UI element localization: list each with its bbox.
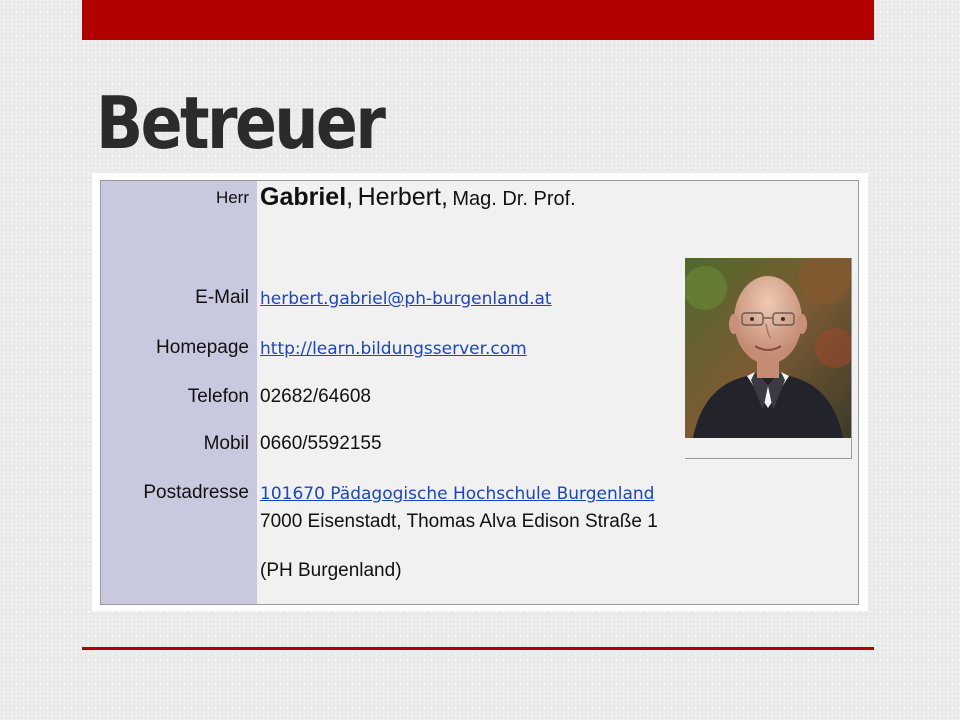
contact-card: Herr Gabriel, Herbert, Mag. Dr. Prof. E-… [92,173,868,611]
slide-title: Betreuer [96,81,386,165]
name-comma-2: , [440,183,448,211]
telefon-label: Telefon [187,386,249,407]
contact-table: Herr Gabriel, Herbert, Mag. Dr. Prof. E-… [100,180,859,605]
mobil-label: Mobil [203,433,249,454]
surname: Gabriel [260,183,347,211]
first-name: Herbert [357,183,441,211]
name-line: Gabriel, Herbert, Mag. Dr. Prof. [260,183,576,212]
homepage-label: Homepage [156,337,249,358]
homepage-link[interactable]: http://learn.bildungsserver.com [260,339,527,359]
postal-link[interactable]: 101670 Pädagogische Hochschule Burgenlan… [260,484,654,504]
academic-titles: Mag. Dr. Prof. [452,188,576,210]
photo-frame [685,258,852,459]
portrait-photo [685,258,851,438]
postal-address-line: 7000 Eisenstadt, Thomas Alva Edison Stra… [260,511,658,532]
name-comma-1: , [346,183,354,211]
salutation-label: Herr [215,188,249,207]
mobil-value: 0660/5592155 [260,433,382,454]
telefon-value: 02682/64608 [260,386,371,407]
postal-short-name: (PH Burgenland) [260,560,402,581]
email-label: E-Mail [195,287,249,308]
postadresse-label: Postadresse [143,482,249,503]
email-link[interactable]: herbert.gabriel@ph-burgenland.at [260,289,552,309]
bottom-accent-line [82,647,874,650]
top-accent-bar [82,0,874,40]
